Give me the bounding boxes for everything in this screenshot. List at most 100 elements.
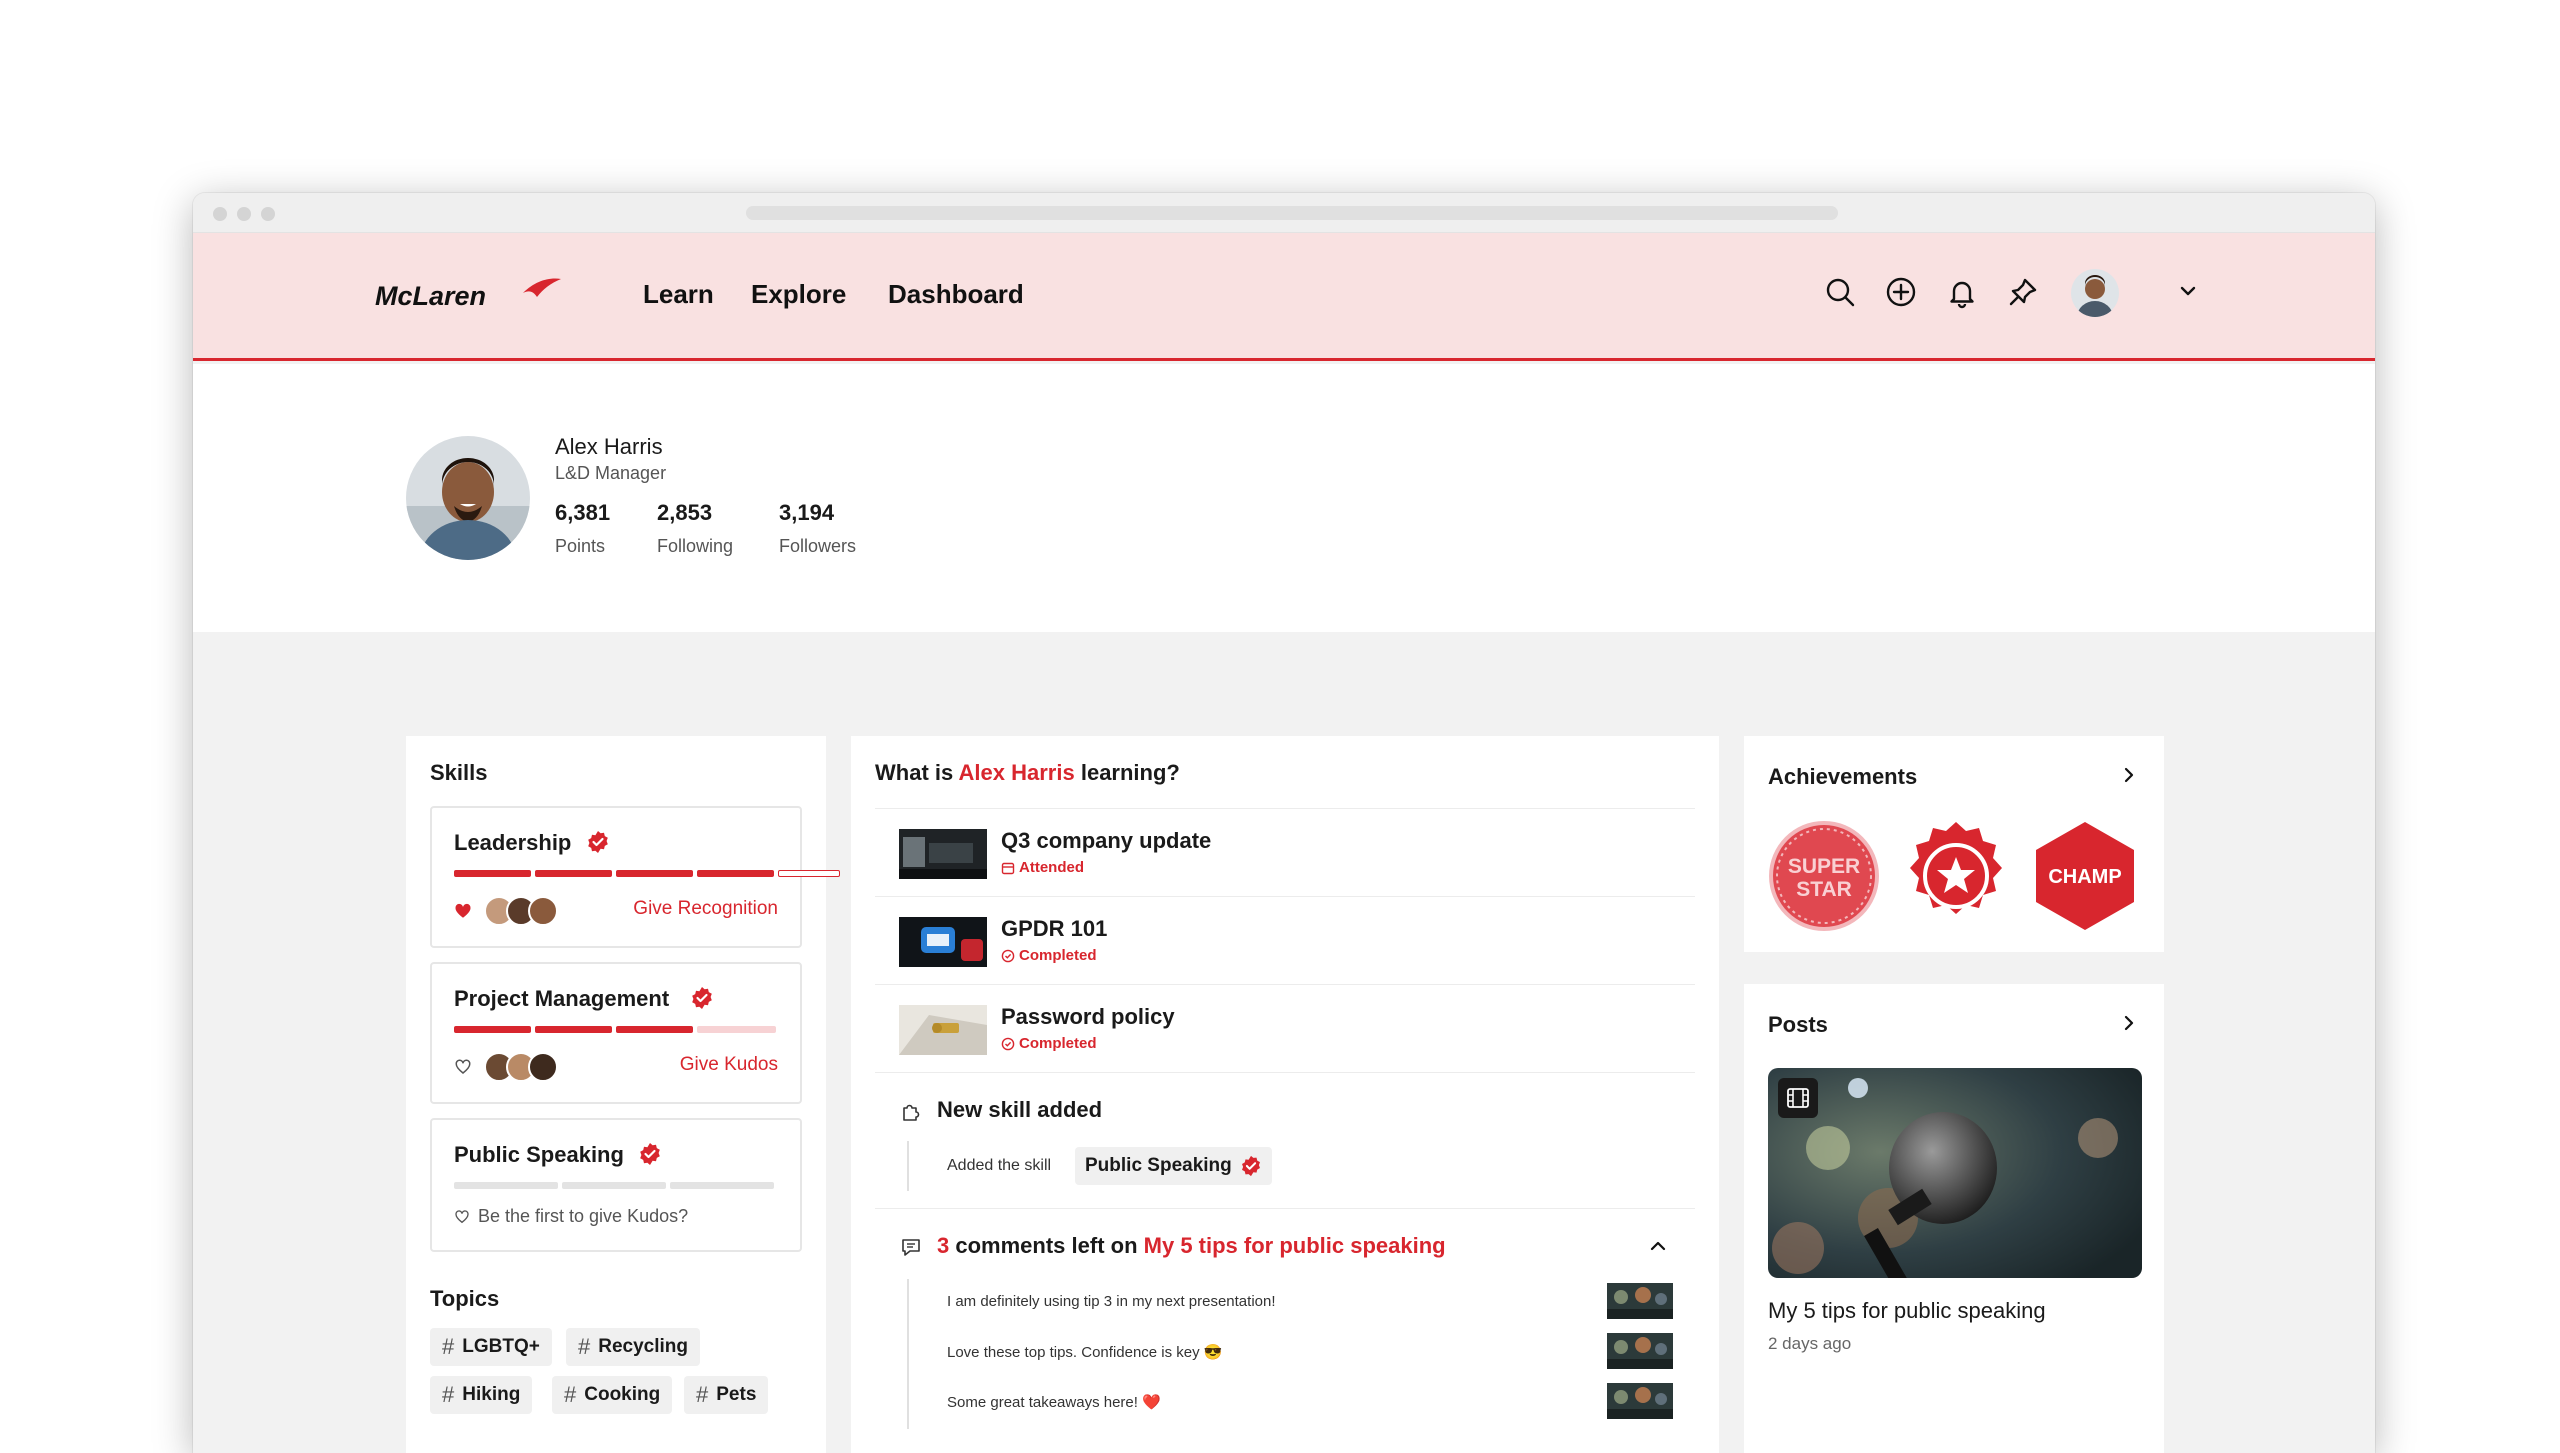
stat-followers[interactable]: 3,194 Followers [779,500,856,557]
hashtag-icon: # [564,1382,577,1407]
skill-card-public-speaking[interactable]: Public Speaking Be the first to give Kud… [430,1118,802,1252]
add-circle-icon[interactable] [1884,275,1918,309]
topic-label: Hiking [462,1384,521,1405]
verified-badge-icon [692,987,712,1009]
comments-event: 3 comments left on My 5 tips for public … [875,1208,1695,1453]
status-label: Completed [1019,1035,1097,1052]
comment-thumbnail[interactable] [1607,1283,1673,1319]
comments-count: 3 [937,1233,950,1258]
feed-item-status: Completed [1001,1035,1097,1052]
give-kudos-link[interactable]: Give Kudos [680,1054,778,1076]
nav-learn[interactable]: Learn [643,279,714,310]
bell-icon[interactable] [1945,275,1979,309]
logo-text: McLaren [375,281,486,311]
nav-dashboard[interactable]: Dashboard [888,279,1024,310]
browser-window: McLaren Learn Explore Dashboard Alex Har… [193,193,2375,1453]
feed-thumbnail [899,829,987,879]
puzzle-icon [903,1104,920,1121]
topics-title: Topics [430,1286,500,1311]
window-dot[interactable] [237,207,251,221]
stat-value: 6,381 [555,500,611,525]
post-time: 2 days ago [1768,1334,1852,1353]
mclaren-logo[interactable]: McLaren [373,275,563,316]
topic-tag[interactable]: # Pets [684,1376,769,1414]
champ-badge-icon[interactable]: CHAMP [2032,820,2138,932]
skill-level-bar [454,1182,774,1189]
first-kudos-link[interactable]: Be the first to give Kudos? [454,1206,688,1227]
feed-heading: What is Alex Harris learning? [875,760,1180,786]
feed-item[interactable]: GPDR 101 Completed [875,896,1695,984]
skills-card: Skills Leadership Give Recognition Proje… [406,736,840,1453]
chevron-up-icon[interactable] [1645,1233,1671,1259]
heart-outline-icon[interactable] [454,1058,472,1076]
profile-role: L&D Manager [555,463,667,483]
stat-value: 2,853 [657,500,713,525]
post-image[interactable] [1768,1068,2142,1278]
heart-filled-icon[interactable] [454,902,472,920]
superstar-badge-icon[interactable]: SUPER STAR [1768,820,1880,932]
comments-middle: comments left on [955,1233,1138,1258]
skill-name: Public Speaking [454,1142,624,1167]
search-icon[interactable] [1823,275,1857,309]
comment-icon [902,1239,920,1256]
kudos-row [454,896,558,926]
topic-tag[interactable]: # Cooking [552,1376,673,1414]
level-segment [670,1182,774,1189]
logo-swoosh-icon [523,278,561,297]
first-kudos-label: Be the first to give Kudos? [478,1206,689,1226]
comments-post-link[interactable]: My 5 tips for public speaking [1144,1233,1446,1258]
status-label: Completed [1019,947,1097,964]
stat-following[interactable]: 2,853 Following [657,500,733,557]
feed-thumbnail [899,917,987,967]
level-segment [535,1026,612,1033]
level-segment [778,870,840,877]
heart-outline-icon [455,1209,469,1223]
browser-chrome [193,193,2375,233]
window-dot[interactable] [261,207,275,221]
skill-chip-label: Public Speaking [1085,1155,1232,1176]
new-skill-title: New skill added [937,1097,1103,1122]
chevron-down-icon[interactable] [2175,278,2201,304]
chevron-right-icon[interactable] [2116,1010,2142,1036]
feed-heading-name[interactable]: Alex Harris [959,760,1075,785]
new-skill-event: New skill added Added the skill Public S… [875,1072,1695,1208]
topic-tag[interactable]: # Recycling [566,1328,701,1366]
skill-card-project-management[interactable]: Project Management Give Kudos [430,962,802,1104]
feed-item[interactable]: Password policy Completed [875,984,1695,1072]
give-recognition-link[interactable]: Give Recognition [633,898,778,920]
window-dot[interactable] [213,207,227,221]
topic-tag[interactable]: # LGBTQ+ [430,1328,552,1366]
video-icon [1778,1078,1818,1118]
level-segment [454,1182,558,1189]
new-skill-prefix: Added the skill [947,1157,1052,1174]
skill-chip[interactable]: Public Speaking [1075,1147,1272,1185]
feed-item-status: Attended [1001,859,1084,876]
level-segment [697,870,774,877]
posts-title: Posts [1768,1012,1828,1037]
topic-label: Cooking [584,1384,661,1405]
thread-line [907,1141,909,1191]
comment-thumbnail[interactable] [1607,1383,1673,1419]
stat-label: Following [657,536,734,556]
avatar[interactable] [2071,269,2119,317]
feed-item[interactable]: Q3 company update Attended [875,808,1695,896]
post-title[interactable]: My 5 tips for public speaking [1768,1298,2046,1324]
badge-text: CHAMP [2048,866,2121,888]
hashtag-icon: # [442,1334,455,1359]
topic-label: Recycling [598,1336,689,1357]
topic-tag[interactable]: # Hiking [430,1376,533,1414]
stat-points: 6,381 Points [555,500,610,557]
comment-thumbnail[interactable] [1607,1333,1673,1369]
star-badge-icon[interactable] [1900,820,2012,932]
skill-card-leadership[interactable]: Leadership Give Recognition [430,806,840,948]
nav-explore[interactable]: Explore [751,279,846,310]
level-segment [562,1182,666,1189]
level-segment [535,870,612,877]
pin-icon[interactable] [2006,275,2040,309]
top-navigation: McLaren Learn Explore Dashboard [193,233,2375,361]
hashtag-icon: # [442,1382,455,1407]
skill-name: Leadership [454,830,572,855]
url-bar[interactable] [746,206,1838,220]
chevron-right-icon[interactable] [2116,762,2142,788]
feed-heading-suffix: learning? [1080,760,1180,785]
